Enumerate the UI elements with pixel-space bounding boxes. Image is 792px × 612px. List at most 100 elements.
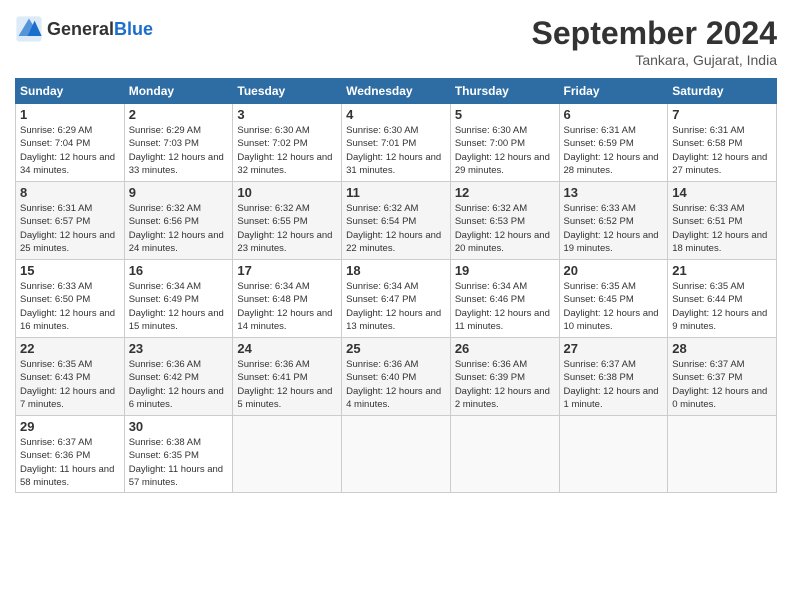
title-block: September 2024 Tankara, Gujarat, India bbox=[532, 15, 777, 68]
day-number: 30 bbox=[129, 419, 229, 434]
day-number: 24 bbox=[237, 341, 337, 356]
logo-blue: Blue bbox=[114, 19, 153, 39]
table-row: 20 Sunrise: 6:35 AM Sunset: 6:45 PM Dayl… bbox=[559, 260, 668, 338]
table-row: 12 Sunrise: 6:32 AM Sunset: 6:53 PM Dayl… bbox=[450, 182, 559, 260]
day-number: 3 bbox=[237, 107, 337, 122]
calendar-table: Sunday Monday Tuesday Wednesday Thursday… bbox=[15, 78, 777, 493]
day-number: 6 bbox=[564, 107, 664, 122]
table-row: 27 Sunrise: 6:37 AM Sunset: 6:38 PM Dayl… bbox=[559, 338, 668, 416]
header-friday: Friday bbox=[559, 79, 668, 104]
location-title: Tankara, Gujarat, India bbox=[532, 52, 777, 68]
day-number: 21 bbox=[672, 263, 772, 278]
table-row: 18 Sunrise: 6:34 AM Sunset: 6:47 PM Dayl… bbox=[342, 260, 451, 338]
day-info: Sunrise: 6:37 AM Sunset: 6:36 PM Dayligh… bbox=[20, 436, 120, 489]
day-info: Sunrise: 6:32 AM Sunset: 6:55 PM Dayligh… bbox=[237, 202, 337, 255]
table-row: 10 Sunrise: 6:32 AM Sunset: 6:55 PM Dayl… bbox=[233, 182, 342, 260]
table-row bbox=[233, 416, 342, 493]
table-row: 22 Sunrise: 6:35 AM Sunset: 6:43 PM Dayl… bbox=[16, 338, 125, 416]
table-row: 1 Sunrise: 6:29 AM Sunset: 7:04 PM Dayli… bbox=[16, 104, 125, 182]
day-info: Sunrise: 6:38 AM Sunset: 6:35 PM Dayligh… bbox=[129, 436, 229, 489]
day-info: Sunrise: 6:37 AM Sunset: 6:37 PM Dayligh… bbox=[672, 358, 772, 411]
day-info: Sunrise: 6:30 AM Sunset: 7:00 PM Dayligh… bbox=[455, 124, 555, 177]
day-info: Sunrise: 6:32 AM Sunset: 6:56 PM Dayligh… bbox=[129, 202, 229, 255]
day-number: 17 bbox=[237, 263, 337, 278]
header-monday: Monday bbox=[124, 79, 233, 104]
header-sunday: Sunday bbox=[16, 79, 125, 104]
day-number: 12 bbox=[455, 185, 555, 200]
day-info: Sunrise: 6:29 AM Sunset: 7:03 PM Dayligh… bbox=[129, 124, 229, 177]
table-row: 15 Sunrise: 6:33 AM Sunset: 6:50 PM Dayl… bbox=[16, 260, 125, 338]
month-title: September 2024 bbox=[532, 15, 777, 52]
day-number: 26 bbox=[455, 341, 555, 356]
table-row: 16 Sunrise: 6:34 AM Sunset: 6:49 PM Dayl… bbox=[124, 260, 233, 338]
table-row bbox=[668, 416, 777, 493]
day-info: Sunrise: 6:35 AM Sunset: 6:45 PM Dayligh… bbox=[564, 280, 664, 333]
table-row: 19 Sunrise: 6:34 AM Sunset: 6:46 PM Dayl… bbox=[450, 260, 559, 338]
table-row bbox=[450, 416, 559, 493]
table-row bbox=[342, 416, 451, 493]
day-number: 11 bbox=[346, 185, 446, 200]
day-number: 16 bbox=[129, 263, 229, 278]
day-info: Sunrise: 6:34 AM Sunset: 6:48 PM Dayligh… bbox=[237, 280, 337, 333]
day-number: 10 bbox=[237, 185, 337, 200]
day-info: Sunrise: 6:35 AM Sunset: 6:43 PM Dayligh… bbox=[20, 358, 120, 411]
day-number: 7 bbox=[672, 107, 772, 122]
day-number: 23 bbox=[129, 341, 229, 356]
table-row: 3 Sunrise: 6:30 AM Sunset: 7:02 PM Dayli… bbox=[233, 104, 342, 182]
weekday-header-row: Sunday Monday Tuesday Wednesday Thursday… bbox=[16, 79, 777, 104]
day-info: Sunrise: 6:36 AM Sunset: 6:42 PM Dayligh… bbox=[129, 358, 229, 411]
day-number: 4 bbox=[346, 107, 446, 122]
logo-general: General bbox=[47, 19, 114, 39]
header-saturday: Saturday bbox=[668, 79, 777, 104]
day-info: Sunrise: 6:32 AM Sunset: 6:54 PM Dayligh… bbox=[346, 202, 446, 255]
day-number: 14 bbox=[672, 185, 772, 200]
table-row: 2 Sunrise: 6:29 AM Sunset: 7:03 PM Dayli… bbox=[124, 104, 233, 182]
day-number: 20 bbox=[564, 263, 664, 278]
day-number: 29 bbox=[20, 419, 120, 434]
day-info: Sunrise: 6:34 AM Sunset: 6:49 PM Dayligh… bbox=[129, 280, 229, 333]
table-row: 14 Sunrise: 6:33 AM Sunset: 6:51 PM Dayl… bbox=[668, 182, 777, 260]
table-row: 26 Sunrise: 6:36 AM Sunset: 6:39 PM Dayl… bbox=[450, 338, 559, 416]
day-number: 25 bbox=[346, 341, 446, 356]
day-info: Sunrise: 6:33 AM Sunset: 6:50 PM Dayligh… bbox=[20, 280, 120, 333]
table-row: 9 Sunrise: 6:32 AM Sunset: 6:56 PM Dayli… bbox=[124, 182, 233, 260]
day-info: Sunrise: 6:36 AM Sunset: 6:41 PM Dayligh… bbox=[237, 358, 337, 411]
day-number: 2 bbox=[129, 107, 229, 122]
table-row: 30 Sunrise: 6:38 AM Sunset: 6:35 PM Dayl… bbox=[124, 416, 233, 493]
day-number: 5 bbox=[455, 107, 555, 122]
header-thursday: Thursday bbox=[450, 79, 559, 104]
day-number: 1 bbox=[20, 107, 120, 122]
logo-text: GeneralBlue bbox=[47, 19, 153, 40]
day-number: 13 bbox=[564, 185, 664, 200]
day-number: 27 bbox=[564, 341, 664, 356]
day-info: Sunrise: 6:31 AM Sunset: 6:57 PM Dayligh… bbox=[20, 202, 120, 255]
day-info: Sunrise: 6:31 AM Sunset: 6:58 PM Dayligh… bbox=[672, 124, 772, 177]
table-row: 23 Sunrise: 6:36 AM Sunset: 6:42 PM Dayl… bbox=[124, 338, 233, 416]
header-wednesday: Wednesday bbox=[342, 79, 451, 104]
header-tuesday: Tuesday bbox=[233, 79, 342, 104]
table-row: 21 Sunrise: 6:35 AM Sunset: 6:44 PM Dayl… bbox=[668, 260, 777, 338]
day-info: Sunrise: 6:29 AM Sunset: 7:04 PM Dayligh… bbox=[20, 124, 120, 177]
day-number: 19 bbox=[455, 263, 555, 278]
day-number: 18 bbox=[346, 263, 446, 278]
day-info: Sunrise: 6:34 AM Sunset: 6:47 PM Dayligh… bbox=[346, 280, 446, 333]
day-info: Sunrise: 6:30 AM Sunset: 7:01 PM Dayligh… bbox=[346, 124, 446, 177]
table-row: 5 Sunrise: 6:30 AM Sunset: 7:00 PM Dayli… bbox=[450, 104, 559, 182]
day-info: Sunrise: 6:31 AM Sunset: 6:59 PM Dayligh… bbox=[564, 124, 664, 177]
day-number: 8 bbox=[20, 185, 120, 200]
table-row: 25 Sunrise: 6:36 AM Sunset: 6:40 PM Dayl… bbox=[342, 338, 451, 416]
day-number: 28 bbox=[672, 341, 772, 356]
table-row: 28 Sunrise: 6:37 AM Sunset: 6:37 PM Dayl… bbox=[668, 338, 777, 416]
table-row bbox=[559, 416, 668, 493]
day-info: Sunrise: 6:33 AM Sunset: 6:52 PM Dayligh… bbox=[564, 202, 664, 255]
table-row: 13 Sunrise: 6:33 AM Sunset: 6:52 PM Dayl… bbox=[559, 182, 668, 260]
logo-icon bbox=[15, 15, 43, 43]
day-info: Sunrise: 6:37 AM Sunset: 6:38 PM Dayligh… bbox=[564, 358, 664, 411]
table-row: 4 Sunrise: 6:30 AM Sunset: 7:01 PM Dayli… bbox=[342, 104, 451, 182]
day-info: Sunrise: 6:36 AM Sunset: 6:40 PM Dayligh… bbox=[346, 358, 446, 411]
table-row: 8 Sunrise: 6:31 AM Sunset: 6:57 PM Dayli… bbox=[16, 182, 125, 260]
header: GeneralBlue September 2024 Tankara, Guja… bbox=[15, 15, 777, 68]
logo: GeneralBlue bbox=[15, 15, 153, 43]
day-info: Sunrise: 6:33 AM Sunset: 6:51 PM Dayligh… bbox=[672, 202, 772, 255]
day-info: Sunrise: 6:32 AM Sunset: 6:53 PM Dayligh… bbox=[455, 202, 555, 255]
